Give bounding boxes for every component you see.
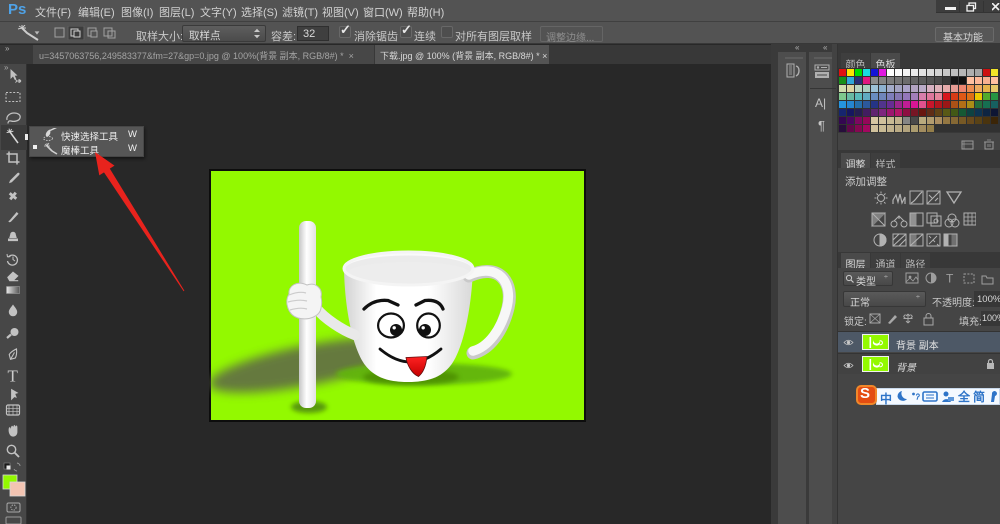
svg-text:全: 全 [957, 389, 971, 404]
svg-text:简: 简 [973, 389, 985, 404]
svg-text:T: T [8, 367, 19, 386]
svg-text:T: T [946, 272, 954, 286]
